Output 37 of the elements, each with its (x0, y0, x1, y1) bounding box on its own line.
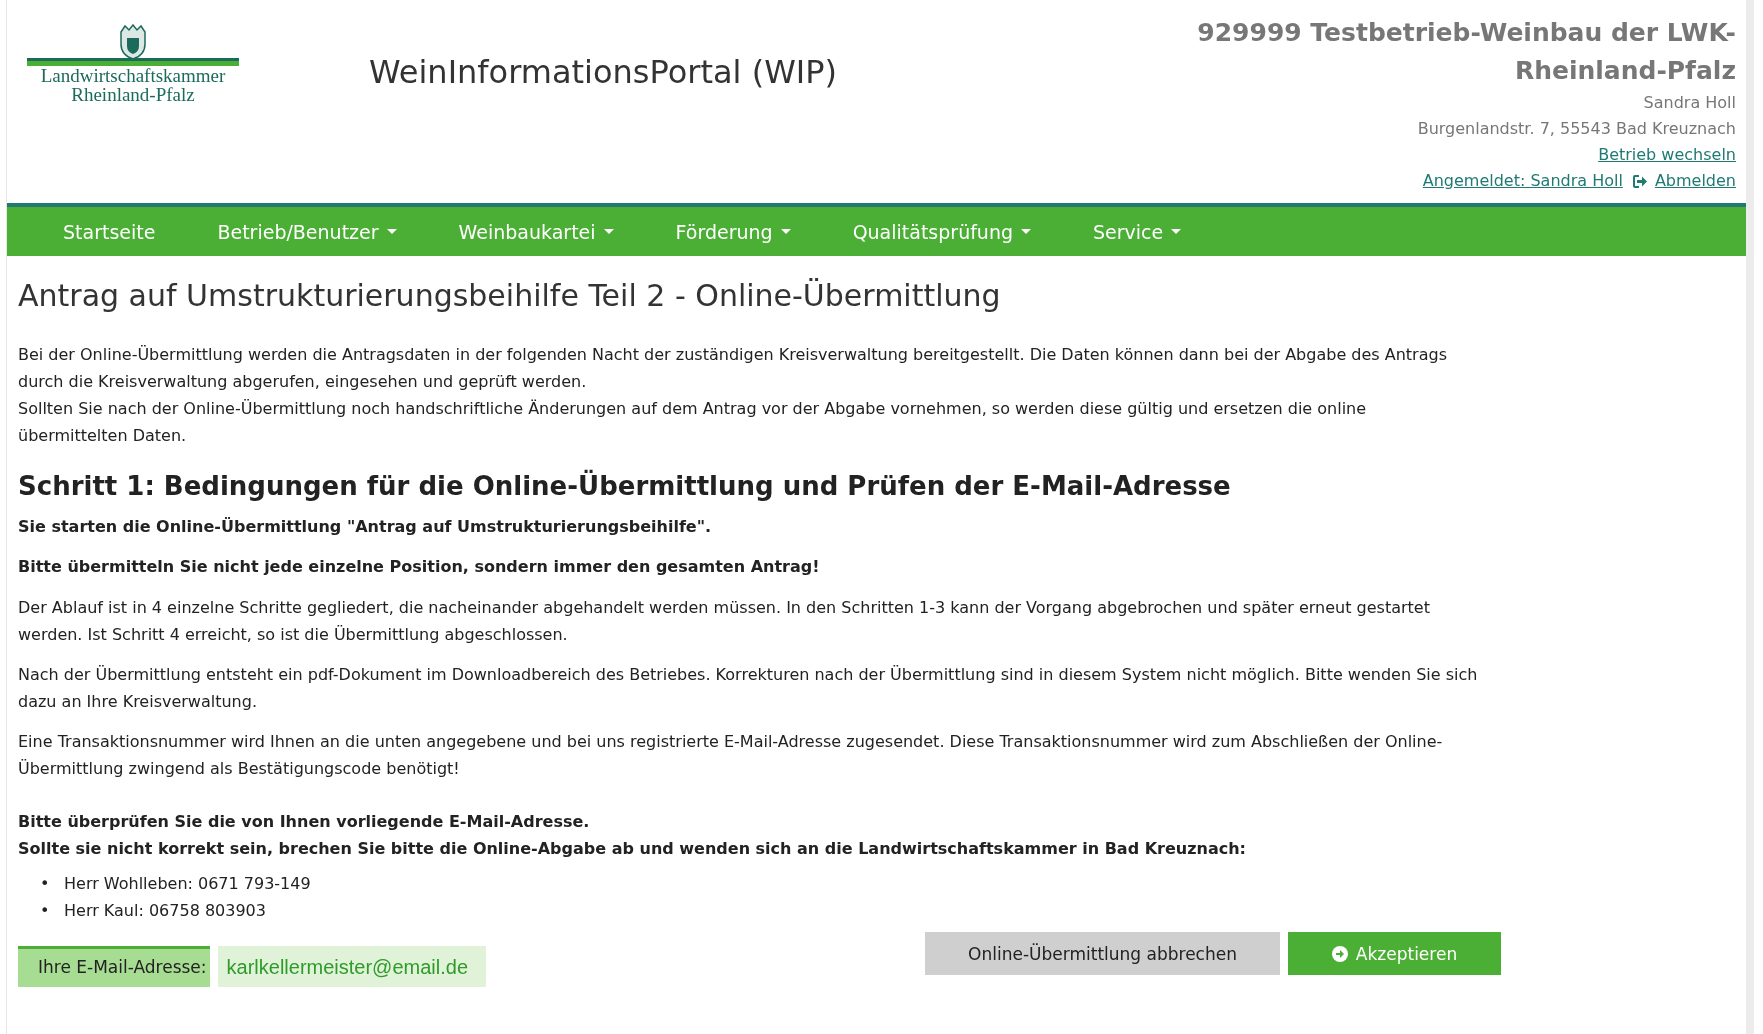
intro-paragraph: Sollten Sie nach der Online-Übermittlung noch handschriftliche Änderungen auf dem Antrag vor der Abgabe vornehmen, so werden diese gültig und ersetzen die online übermittelten Daten. (18, 398, 1368, 447)
logout-icon (1632, 174, 1648, 188)
logo-text: Rheinland-Pfalz (71, 85, 195, 104)
logged-in-link[interactable]: Angemeldet: Sandra Holl (1422, 168, 1623, 194)
contact-item: Herr Wohlleben: 0671 793-149 (64, 873, 311, 895)
nav-menu-item[interactable]: Qualitätsprüfung (830, 220, 1053, 243)
cancel-button[interactable]: Online-Übermittlung abbrechen (925, 932, 1280, 975)
page-title: Antrag auf Umstrukturierungsbeihilfe Teil 2 - Online-Übermittlung (18, 278, 1002, 313)
nav-menu-item[interactable]: Weinbaukartei (436, 220, 636, 243)
email-check-text: Sollte sie nicht korrekt sein, brechen Sie bitte die Online-Abgabe ab und wenden sich an die Landwirtschaftskammer in Bad Kreuznach: (18, 838, 1247, 860)
company-address: Burgenlandstr. 7, 55543 Bad Kreuznach (1417, 118, 1736, 140)
nav-menu-item[interactable]: Betrieb/Benutzer (195, 220, 419, 243)
email-value: karlkellermeister@email.de (217, 946, 486, 987)
email-label: Ihre E-Mail-Adresse: (18, 946, 210, 987)
nav-menu-item[interactable]: Förderung (653, 220, 813, 243)
contact-item: Herr Kaul: 06758 803903 (64, 900, 266, 922)
logo-text: Landwirtschaftskammer (40, 66, 226, 85)
contact-name: Sandra Holl (1643, 92, 1736, 114)
switch-company-link[interactable]: Betrieb wechseln (1598, 142, 1736, 168)
bullet-marker: • (40, 873, 50, 895)
bold-note: Sie starten die Online-Übermittlung "Antrag auf Umstrukturierungsbeihilfe". (18, 516, 713, 538)
logout-link[interactable]: Abmelden (1654, 168, 1736, 194)
intro-paragraph: Bei der Online-Übermittlung werden die Antragsdaten in der folgenden Nacht der zuständigen Kreisverwaltung bereitgestellt. Die Daten können dann bei der Abgabe des Antrags durch die Kreisverwaltung abgerufen, eingesehen und geprüft werden. (18, 344, 1448, 393)
company-name: 929999 Testbetrieb-Weinbau der LWK-Rheinland-Pfalz (1196, 17, 1736, 87)
step-heading: Schritt 1: Bedingungen für die Online-Übermittlung und Prüfen der E-Mail-Adresse (18, 471, 1232, 501)
bullet-marker: • (40, 900, 50, 922)
info-paragraph: Der Ablauf ist in 4 einzelne Schritte gegliedert, die nacheinander abgehandelt werden müssen. In den Schritten 1-3 kann der Vorgang abgebrochen und später erneut gestartet werden. Ist Schritt 4 erreicht, so ist die Übermittlung abgeschlossen. (18, 597, 1431, 646)
nav-menu-item[interactable]: Service (1071, 220, 1204, 243)
nav-menu-item[interactable]: Startseite (41, 220, 178, 243)
email-check-text: Bitte überprüfen Sie die von Ihnen vorliegende E-Mail-Adresse. (18, 811, 591, 833)
info-paragraph: Eine Transaktionsnummer wird Ihnen an die unten angegebene und bei uns registrierte E-Mail-Adresse zugesendet. Diese Transaktionsnummer wird zum Abschließen der Online-Übermittlung zwingend als Bestätigungscode benötigt! (18, 731, 1444, 780)
portal-title: WeinInformationsPortal (WIP) (369, 53, 837, 91)
bold-note: Bitte übermitteln Sie nicht jede einzelne Position, sondern immer den gesamten Antrag! (18, 556, 821, 578)
info-paragraph: Nach der Übermittlung entsteht ein pdf-Dokument im Downloadbereich des Betriebes. Korrekturen nach der Übermittlung sind in diesem System nicht möglich. Bitte wenden Sie sich dazu an Ihre Kreisverwaltung. (18, 664, 1478, 713)
arrow-circle-icon (1331, 945, 1348, 962)
accept-button[interactable]: Akzeptieren (1288, 932, 1501, 975)
coat-of-arms-icon (118, 24, 148, 60)
